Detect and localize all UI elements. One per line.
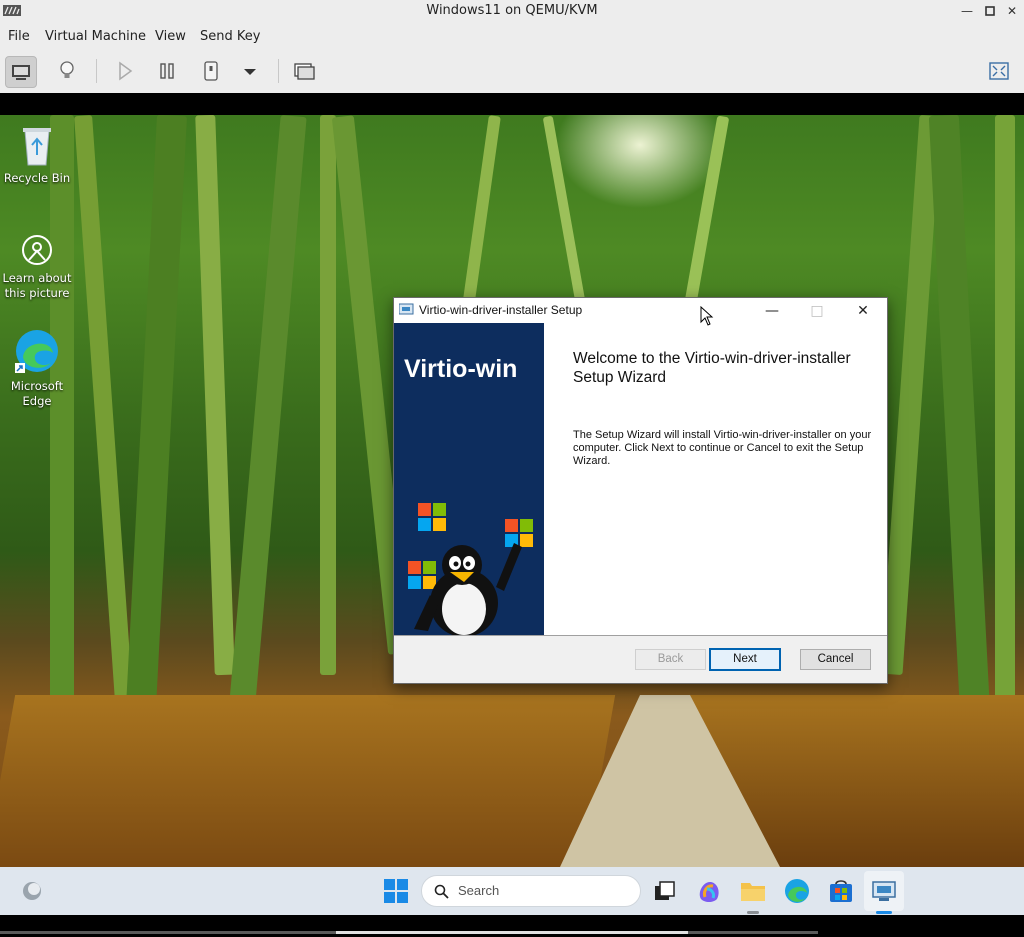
- widgets-icon[interactable]: [21, 880, 43, 902]
- running-indicator: [747, 911, 759, 914]
- console-top-margin: [0, 93, 1024, 115]
- dialog-minimize-icon[interactable]: —: [752, 300, 792, 322]
- active-indicator: [876, 911, 892, 914]
- chevron-down-icon: [244, 69, 256, 75]
- power-icon: [204, 61, 218, 81]
- installer-icon: [399, 303, 414, 315]
- bamboo-stalk: [229, 115, 307, 706]
- wizard-heading: Welcome to the Virtio-win-driver-install…: [573, 350, 851, 386]
- host-toolbar: [0, 50, 1024, 94]
- pause-button[interactable]: [152, 56, 182, 86]
- file-explorer-icon[interactable]: [739, 877, 767, 905]
- microsoft-edge-shortcut[interactable]: Microsoft Edge: [0, 327, 74, 409]
- task-view-icon[interactable]: [651, 877, 679, 905]
- snapshots-button[interactable]: [289, 56, 319, 86]
- bamboo-stalk: [542, 115, 588, 315]
- host-menubar: File Virtual Machine View Send Key: [0, 22, 1024, 50]
- bamboo-stalk: [682, 115, 730, 315]
- fullscreen-button[interactable]: [984, 56, 1014, 86]
- banner-brand: Virtio-win: [404, 355, 518, 383]
- bamboo-stalk: [461, 115, 501, 315]
- search-placeholder: Search: [458, 883, 500, 898]
- close-icon[interactable]: ✕: [1003, 2, 1021, 20]
- toolbar-separator: [96, 59, 97, 83]
- bamboo-stalk: [995, 115, 1015, 715]
- search-icon: [434, 884, 449, 899]
- shutdown-button[interactable]: [196, 56, 226, 86]
- guest-taskbar: Search: [0, 867, 1024, 915]
- mouse-cursor-icon: [700, 306, 714, 326]
- dialog-titlebar[interactable]: Virtio-win-driver-installer Setup — □ ✕: [394, 298, 887, 323]
- snapshot-icon: [294, 63, 315, 80]
- dialog-close-icon[interactable]: ✕: [843, 300, 883, 322]
- edge-taskbar-icon[interactable]: [783, 877, 811, 905]
- bamboo-stalk: [195, 115, 235, 676]
- bamboo-stalk: [50, 115, 74, 735]
- recycle-bin-label: Recycle Bin: [3, 171, 71, 185]
- run-button[interactable]: [110, 56, 140, 86]
- details-view-button[interactable]: [52, 56, 82, 86]
- start-button[interactable]: [384, 879, 408, 903]
- menu-view[interactable]: View: [155, 29, 186, 44]
- copilot-icon[interactable]: [695, 877, 723, 905]
- play-icon: [119, 61, 133, 81]
- stone-path: [560, 695, 780, 867]
- bamboo-stalk: [320, 115, 336, 675]
- fullscreen-icon: [989, 62, 1009, 80]
- shutdown-menu-button[interactable]: [235, 56, 265, 86]
- menu-file[interactable]: File: [8, 29, 30, 44]
- dialog-title: Virtio-win-driver-installer Setup: [419, 303, 583, 317]
- lightbulb-icon: [60, 61, 74, 78]
- dialog-content: Virtio-win Welcome to the Virtio-win-dri…: [394, 323, 887, 636]
- bamboo-stalk: [74, 115, 134, 715]
- pause-icon: [160, 63, 174, 79]
- bamboo-stalk: [928, 115, 992, 736]
- menu-virtual-machine[interactable]: Virtual Machine: [45, 29, 146, 44]
- toolbar-separator: [278, 59, 279, 83]
- windows-logo-icon: [418, 503, 446, 531]
- horizontal-scrollbar-thumb[interactable]: [336, 931, 688, 934]
- recycle-bin-shortcut[interactable]: Recycle Bin: [0, 125, 74, 186]
- camera-icon: [22, 235, 52, 265]
- microsoft-store-icon[interactable]: [827, 877, 855, 905]
- dialog-maximize-icon: □: [810, 303, 824, 319]
- grass-left: [0, 695, 616, 867]
- window-title: Windows11 on QEMU/KVM: [426, 3, 598, 18]
- back-button: Back: [635, 649, 706, 670]
- maximize-icon[interactable]: [981, 2, 999, 20]
- bamboo-stalk: [123, 115, 187, 766]
- console-view-button[interactable]: [5, 56, 37, 88]
- edge-label-line1: Microsoft: [10, 379, 64, 393]
- menu-send-key[interactable]: Send Key: [200, 29, 260, 44]
- learn-about-label-line2: this picture: [4, 286, 70, 300]
- recycle-bin-icon: [23, 128, 51, 166]
- wizard-description: The Setup Wizard will install Virtio-win…: [573, 429, 872, 467]
- edge-label-line2: Edge: [22, 394, 52, 408]
- learn-about-label-line1: Learn about: [2, 271, 72, 285]
- minimize-icon[interactable]: —: [958, 2, 976, 20]
- edge-icon: [15, 330, 58, 373]
- tux-penguin-icon: [414, 543, 522, 635]
- taskbar-search[interactable]: Search: [421, 875, 641, 907]
- cancel-button[interactable]: Cancel: [800, 649, 871, 670]
- installer-banner: Virtio-win: [394, 323, 544, 635]
- next-button[interactable]: Next: [709, 648, 781, 671]
- setup-dialog: Virtio-win-driver-installer Setup — □ ✕ …: [393, 297, 888, 684]
- learn-about-picture-shortcut[interactable]: Learn about this picture: [0, 233, 74, 301]
- installer-taskbar-icon[interactable]: [870, 877, 898, 905]
- host-titlebar: Windows11 on QEMU/KVM — ✕: [0, 0, 1024, 22]
